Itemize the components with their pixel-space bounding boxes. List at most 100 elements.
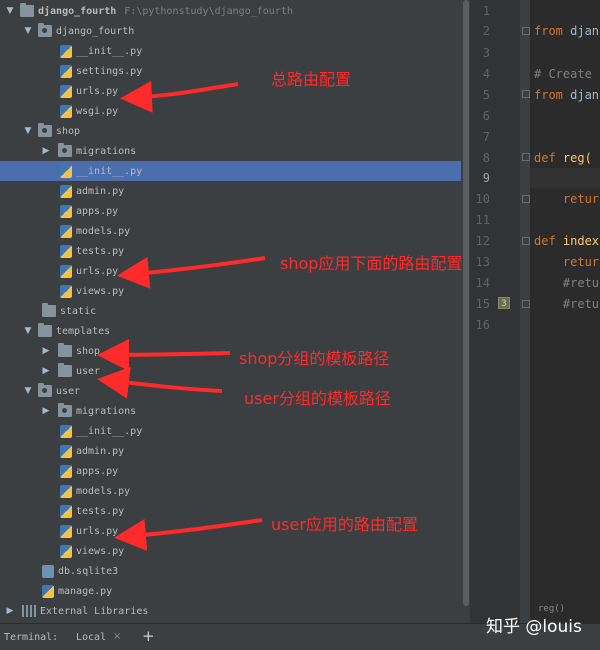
code-function: reg( xyxy=(555,151,592,165)
code-keyword: def xyxy=(534,151,556,165)
tree-item-label: db.sqlite3 xyxy=(58,565,119,577)
chevron-right-icon[interactable]: ▶ xyxy=(40,145,52,157)
fold-toggle-icon[interactable] xyxy=(522,195,530,203)
line-number: 3 xyxy=(482,46,490,60)
tree-item-file[interactable]: urls.py xyxy=(0,81,461,101)
add-icon[interactable]: + xyxy=(142,627,155,645)
tree-item-templates-shop[interactable]: ▶ shop xyxy=(0,341,461,361)
tree-item-label: views.py xyxy=(76,285,125,297)
python-file-icon xyxy=(60,164,72,178)
tree-scrollbar-thumb[interactable] xyxy=(463,0,469,606)
tree-item-file[interactable]: views.py xyxy=(0,281,461,301)
tree-item-shop-pkg[interactable]: ▼ shop xyxy=(0,121,461,141)
tree-item-templates[interactable]: ▼ templates xyxy=(0,321,461,341)
tree-item-file[interactable]: apps.py xyxy=(0,201,461,221)
tree-item-user-pkg[interactable]: ▼ user xyxy=(0,381,461,401)
line-number: 11 xyxy=(475,213,490,227)
line-number: 4 xyxy=(482,67,490,81)
fold-toggle-icon[interactable] xyxy=(522,90,530,98)
tree-item-label: __init__.py xyxy=(76,425,143,437)
tree-root[interactable]: ▼ django_fourth F:\pythonstudy\django_fo… xyxy=(0,1,461,21)
chevron-down-icon[interactable]: ▼ xyxy=(22,325,34,337)
tree-item-label: wsgi.py xyxy=(76,105,119,117)
chevron-down-icon[interactable]: ▼ xyxy=(22,25,34,37)
fold-toggle-icon[interactable] xyxy=(522,153,530,161)
tree-item-django-fourth-pkg[interactable]: ▼ django_fourth xyxy=(0,21,461,41)
python-file-icon xyxy=(60,224,72,238)
usage-count-marker[interactable]: 3 xyxy=(498,297,510,309)
tree-item-label: django_fourth xyxy=(56,25,135,37)
python-file-icon xyxy=(60,204,72,218)
tree-item-label: urls.py xyxy=(76,265,119,277)
line-number: 7 xyxy=(482,130,490,144)
line-number: 6 xyxy=(482,109,490,123)
python-file-icon xyxy=(60,524,72,538)
tree-item-label: __init__.py xyxy=(76,165,143,177)
tree-item-file[interactable]: models.py xyxy=(0,221,461,241)
python-file-icon xyxy=(60,64,72,78)
chevron-right-icon[interactable]: ▶ xyxy=(40,405,52,417)
python-file-icon xyxy=(60,284,72,298)
current-line-highlight xyxy=(530,168,600,188)
tree-item-file[interactable]: admin.py xyxy=(0,181,461,201)
tree-item-label: urls.py xyxy=(76,525,119,537)
tree-item-migrations[interactable]: ▶ migrations xyxy=(0,401,461,421)
tree-item-db[interactable]: db.sqlite3 xyxy=(0,561,461,581)
line-number: 1 xyxy=(482,4,490,18)
close-icon[interactable]: × xyxy=(113,631,121,642)
tree-item-file[interactable]: wsgi.py xyxy=(0,101,461,121)
tree-item-file[interactable]: settings.py xyxy=(0,61,461,81)
code-line: retur xyxy=(534,192,600,206)
folder-icon xyxy=(42,303,56,317)
code-line: from djan xyxy=(534,21,599,41)
database-file-icon xyxy=(42,564,54,578)
python-file-icon xyxy=(60,504,72,518)
fold-toggle-icon[interactable] xyxy=(522,27,530,35)
tree-item-static[interactable]: static xyxy=(0,301,461,321)
terminal-tab-local[interactable]: Local xyxy=(76,632,106,643)
tree-item-templates-user[interactable]: ▶ user xyxy=(0,361,461,381)
tree-item-external-libraries[interactable]: ▶ External Libraries xyxy=(0,601,461,621)
tree-item-file[interactable]: models.py xyxy=(0,481,461,501)
tree-item-label: tests.py xyxy=(76,245,125,257)
chevron-down-icon[interactable]: ▼ xyxy=(22,125,34,137)
tree-item-label: shop xyxy=(56,125,81,137)
tree-item-file-selected[interactable]: __init__.py xyxy=(0,161,461,181)
python-file-icon xyxy=(60,444,72,458)
tree-item-file[interactable]: __init__.py xyxy=(0,41,461,61)
chevron-right-icon[interactable]: ▶ xyxy=(4,605,16,617)
tree-item-file[interactable]: apps.py xyxy=(0,461,461,481)
code-line: def index xyxy=(534,231,599,251)
code-line: retur xyxy=(534,255,600,269)
tree-item-label: tests.py xyxy=(76,505,125,517)
tree-item-label: apps.py xyxy=(76,465,119,477)
chevron-down-icon[interactable]: ▼ xyxy=(4,5,16,17)
annotation-main-urls: 总路由配置 xyxy=(271,70,352,89)
tree-item-label: shop xyxy=(76,345,101,357)
root-path: F:\pythonstudy\django_fourth xyxy=(124,5,293,17)
code-line: def reg( xyxy=(534,148,592,168)
line-number: 13 xyxy=(475,255,490,269)
tree-item-label: apps.py xyxy=(76,205,119,217)
libraries-icon xyxy=(22,605,36,617)
code-keyword: from xyxy=(534,24,563,38)
chevron-right-icon[interactable]: ▶ xyxy=(40,345,52,357)
fold-toggle-icon[interactable] xyxy=(522,300,530,308)
chevron-right-icon[interactable]: ▶ xyxy=(40,365,52,377)
folder-icon xyxy=(58,343,72,357)
tree-item-label: admin.py xyxy=(76,185,125,197)
tree-item-migrations[interactable]: ▶ migrations xyxy=(0,141,461,161)
folder-icon xyxy=(58,363,72,377)
tree-item-file[interactable]: views.py xyxy=(0,541,461,561)
tree-item-label: manage.py xyxy=(58,585,113,597)
line-number: 8 xyxy=(482,151,490,165)
chevron-down-icon[interactable]: ▼ xyxy=(22,385,34,397)
fold-toggle-icon[interactable] xyxy=(522,237,530,245)
tree-item-label: static xyxy=(60,305,97,317)
tree-item-label: views.py xyxy=(76,545,125,557)
tree-item-file[interactable]: admin.py xyxy=(0,441,461,461)
tree-item-file[interactable]: manage.py xyxy=(0,581,461,601)
python-file-icon xyxy=(60,264,72,278)
tree-item-file[interactable]: __init__.py xyxy=(0,421,461,441)
tree-item-label: models.py xyxy=(76,485,131,497)
